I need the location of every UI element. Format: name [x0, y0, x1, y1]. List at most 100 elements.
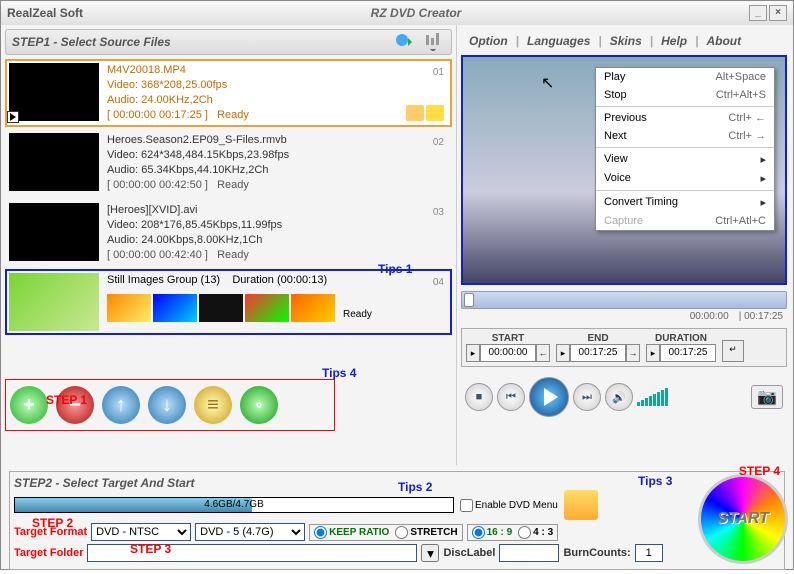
- capacity-bar: 4.6GB/4.7GB: [14, 497, 454, 513]
- add-file-button[interactable]: +: [10, 386, 48, 424]
- ctx-voice[interactable]: Voice: [596, 169, 774, 188]
- ctx-previous[interactable]: PreviousCtrl+ ←: [596, 109, 774, 127]
- source-file-list: M4V20018.MP4 Video: 368*208,25.00fps Aud…: [5, 59, 452, 379]
- trim-end-value[interactable]: 00:17:25: [570, 344, 626, 362]
- tree-button[interactable]: ⚬: [240, 386, 278, 424]
- step1-header: STEP1 - Select Source Files: [5, 29, 452, 55]
- ctx-convert-timing[interactable]: Convert Timing: [596, 193, 774, 212]
- stretch-radio[interactable]: STRETCH: [395, 526, 457, 539]
- sort-icon[interactable]: [421, 31, 445, 53]
- menu-about[interactable]: About: [702, 34, 745, 48]
- stop-button[interactable]: ■: [465, 383, 493, 411]
- burncounts-input[interactable]: [635, 544, 663, 562]
- keep-ratio-radio[interactable]: KEEP RATIO: [314, 526, 389, 539]
- trim-end-inc[interactable]: →: [626, 344, 640, 362]
- main-menu: Option| Languages| Skins| Help| About: [461, 29, 787, 53]
- file-name: M4V20018.MP4: [107, 63, 448, 78]
- dvd-menu-tools-icon[interactable]: [564, 490, 598, 520]
- file-item[interactable]: Heroes.Season2.EP09_S-Files.rmvb Video: …: [5, 129, 452, 197]
- trim-dur-set[interactable]: ▸: [646, 344, 660, 362]
- seek-slider[interactable]: [461, 291, 787, 309]
- seek-knob[interactable]: [464, 293, 474, 307]
- app-title: RZ DVD Creator: [83, 6, 749, 20]
- trim-end-set[interactable]: ▸: [556, 344, 570, 362]
- group-status: Ready: [343, 307, 372, 322]
- enable-dvd-menu-checkbox[interactable]: Enable DVD Menu: [460, 499, 558, 512]
- format-select[interactable]: DVD - NTSC: [91, 523, 191, 541]
- audio-info: Audio: 24.00KHz,2Ch: [107, 93, 448, 108]
- trim-dur-label: DURATION: [646, 333, 716, 344]
- file-name: [Heroes][XVID].avi: [107, 203, 448, 218]
- info-button[interactable]: ≡: [194, 386, 232, 424]
- snapshot-button[interactable]: 📷: [751, 385, 783, 409]
- trim-apply-button[interactable]: ↵: [722, 340, 744, 362]
- time-range: [ 00:00:00 00:42:40 ]: [107, 249, 208, 261]
- play-button[interactable]: [529, 377, 569, 417]
- ctx-stop[interactable]: StopCtrl+Alt+S: [596, 86, 774, 104]
- ctx-capture[interactable]: CaptureCtrl+Atl+C: [596, 212, 774, 230]
- group-label: Still Images Group (13): [107, 274, 220, 286]
- file-name: Heroes.Season2.EP09_S-Files.rmvb: [107, 133, 448, 148]
- remove-file-button[interactable]: −: [56, 386, 94, 424]
- start-button[interactable]: START: [698, 474, 788, 564]
- video-info: Video: 624*348,484.15Kbps,23.98fps: [107, 148, 448, 163]
- file-item[interactable]: M4V20018.MP4 Video: 368*208,25.00fps Aud…: [5, 59, 452, 127]
- target-folder-input[interactable]: [87, 544, 417, 562]
- menu-languages[interactable]: Languages: [523, 34, 594, 48]
- trim-start-value[interactable]: 00:00:00: [480, 344, 536, 362]
- target-folder-label: Target Folder: [14, 547, 83, 559]
- folder-browse-button[interactable]: ▾: [421, 544, 439, 562]
- move-down-button[interactable]: ↓: [148, 386, 186, 424]
- audio-info: Audio: 65.34Kbps,44.10KHz,2Ch: [107, 163, 448, 178]
- swatch: [245, 294, 289, 322]
- trim-start-dec[interactable]: ←: [536, 344, 550, 362]
- disclabel-label: DiscLabel: [443, 547, 495, 559]
- close-button[interactable]: ×: [769, 5, 787, 21]
- file-item[interactable]: [Heroes][XVID].avi Video: 208*176,85.45K…: [5, 199, 452, 267]
- move-up-button[interactable]: ↑: [102, 386, 140, 424]
- edit-icon[interactable]: [406, 105, 424, 121]
- video-preview[interactable]: ↖ PlayAlt+Space StopCtrl+Alt+S PreviousC…: [461, 55, 787, 285]
- ctx-play[interactable]: PlayAlt+Space: [596, 68, 774, 86]
- preview-context-menu: PlayAlt+Space StopCtrl+Alt+S PreviousCtr…: [595, 67, 775, 231]
- ctx-view[interactable]: View: [596, 150, 774, 169]
- titlebar: RealZeal Soft RZ DVD Creator _ ×: [1, 1, 793, 25]
- burncounts-label: BurnCounts:: [563, 547, 630, 559]
- trim-start-set[interactable]: ▸: [466, 344, 480, 362]
- step1-title: STEP1 - Select Source Files: [12, 35, 171, 49]
- prev-button[interactable]: ⏮: [497, 383, 525, 411]
- volume-bars[interactable]: [637, 388, 668, 406]
- disc-select[interactable]: DVD - 5 (4.7G): [195, 523, 305, 541]
- mute-button[interactable]: 🔊: [605, 383, 633, 411]
- tools-icon[interactable]: [426, 105, 444, 121]
- file-action-toolbar: + − ↑ ↓ ≡ ⚬: [5, 379, 335, 431]
- file-thumbnail: [9, 203, 99, 261]
- aspect-169-radio[interactable]: 16 : 9: [472, 526, 513, 539]
- preview-duration: | 00:17:25: [739, 311, 783, 322]
- step2-panel: STEP2 - Select Target And Start 4.6GB/4.…: [9, 471, 785, 570]
- transport-controls: ■ ⏮ ⏭ 🔊 📷: [461, 373, 787, 421]
- ctx-next[interactable]: NextCtrl+ →: [596, 127, 774, 145]
- menu-help[interactable]: Help: [657, 34, 691, 48]
- brand-label: RealZeal Soft: [7, 6, 83, 20]
- file-status: Ready: [217, 109, 249, 121]
- time-range: [ 00:00:00 00:42:50 ]: [107, 179, 208, 191]
- trim-end-label: END: [556, 333, 640, 344]
- image-swatches: Ready: [107, 294, 448, 322]
- import-icon[interactable]: [393, 31, 417, 53]
- video-info: Video: 368*208,25.00fps: [107, 78, 448, 93]
- next-button[interactable]: ⏭: [573, 383, 601, 411]
- step2-title: STEP2 - Select Target And Start: [14, 476, 780, 490]
- minimize-button[interactable]: _: [749, 5, 767, 21]
- menu-skins[interactable]: Skins: [606, 34, 646, 48]
- trim-dur-value[interactable]: 00:17:25: [660, 344, 716, 362]
- image-group-item[interactable]: Still Images Group (13) Duration (00:00:…: [5, 269, 452, 335]
- file-index: 02: [433, 135, 444, 150]
- group-duration: Duration (00:00:13): [232, 274, 327, 286]
- swatch: [199, 294, 243, 322]
- aspect-43-radio[interactable]: 4 : 3: [518, 526, 553, 539]
- file-status: Ready: [217, 179, 249, 191]
- menu-option[interactable]: Option: [465, 34, 512, 48]
- cursor-icon: ↖: [541, 73, 554, 93]
- disclabel-input[interactable]: [499, 544, 559, 562]
